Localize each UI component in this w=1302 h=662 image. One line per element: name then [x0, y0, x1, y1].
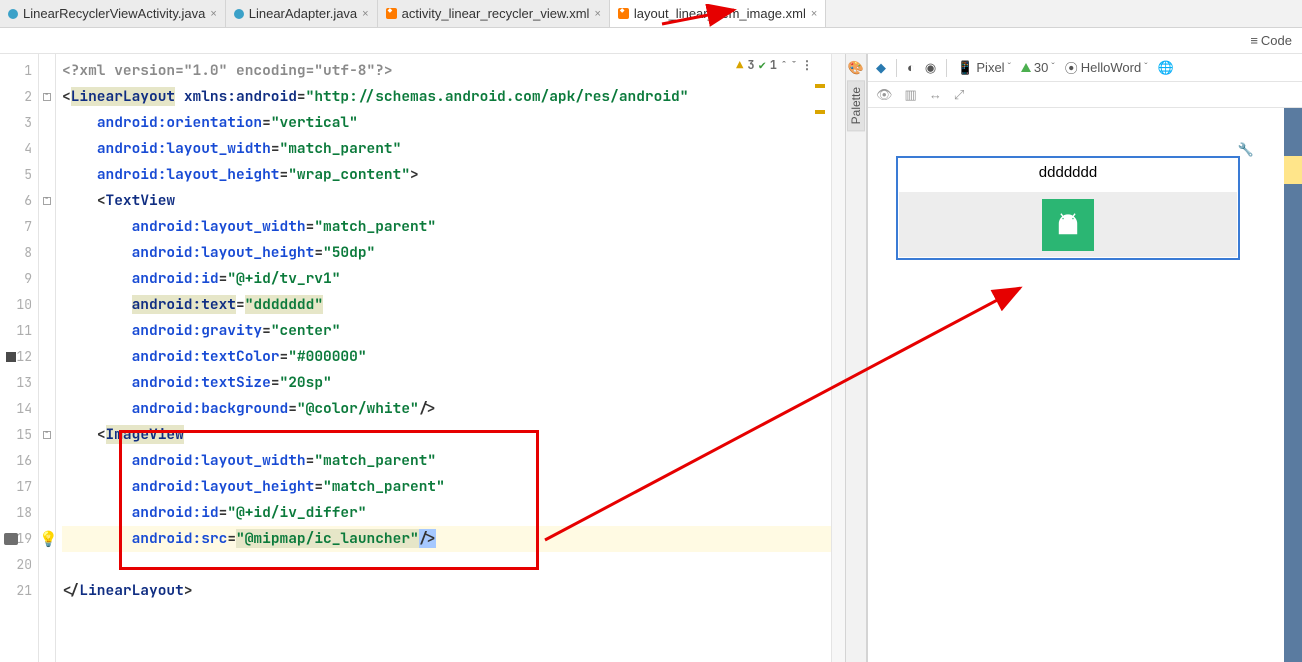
ic-launcher-icon — [1042, 199, 1094, 251]
preview-canvas[interactable]: 🔧 ddddddd — [868, 108, 1302, 662]
preview-minimap[interactable] — [1284, 108, 1302, 662]
eye-icon[interactable]: 👁 — [876, 87, 893, 103]
tab-label: LinearAdapter.java — [249, 6, 357, 21]
warning-marker-icon — [815, 110, 825, 114]
android-icon — [1021, 63, 1031, 72]
layout-preview-panel: ◆ ◐ ◉ 📱 Pixel ˇ 30 ˇ ⦿ HelloWord ˇ 🌐 👁 ▥… — [867, 54, 1302, 662]
expand-icon[interactable]: ⤢ — [954, 87, 964, 103]
palette-icon: 🎨 — [848, 60, 864, 76]
tab-linear-adapter[interactable]: LinearAdapter.java × — [226, 0, 378, 27]
tab-activity-linear-recycler-xml[interactable]: activity_linear_recycler_view.xml × — [378, 0, 610, 27]
code-mode-label[interactable]: Code — [1261, 33, 1292, 48]
java-class-icon — [234, 9, 244, 19]
design-surface-icon[interactable]: ◆ — [876, 60, 886, 76]
editor-tabs: LinearRecyclerViewActivity.java × Linear… — [0, 0, 1302, 28]
preview-device-frame[interactable]: ddddddd — [896, 156, 1240, 260]
palette-sidebar[interactable]: 🎨 Palette — [845, 54, 867, 662]
night-mode-icon[interactable]: ◉ — [925, 60, 936, 76]
locale-icon[interactable]: 🌐 — [1158, 60, 1174, 76]
device-dropdown[interactable]: 📱 Pixel ˇ — [957, 60, 1011, 76]
fold-toggle-icon[interactable] — [43, 431, 51, 439]
close-icon[interactable]: × — [811, 8, 817, 20]
menu-lines-icon[interactable]: ≡ — [1250, 33, 1256, 48]
palette-label: Palette — [847, 80, 865, 131]
api-dropdown[interactable]: 30 ˇ — [1021, 60, 1055, 75]
fold-gutter: 💡 — [38, 54, 56, 662]
tab-label: LinearRecyclerViewActivity.java — [23, 6, 205, 21]
inspection-summary[interactable]: ▲3 ✔1 ˆˇ⋮ — [736, 57, 813, 73]
xml-layout-icon — [386, 8, 397, 19]
editor-mode-bar: ≡ Code — [0, 28, 1302, 54]
theme-dropdown[interactable]: ⦿ HelloWord ˇ — [1065, 58, 1148, 77]
intention-bulb-icon[interactable]: 💡 — [39, 530, 58, 548]
resize-icon[interactable]: ↔ — [929, 87, 942, 102]
wrench-icon[interactable]: 🔧 — [1238, 142, 1254, 158]
tab-linear-recycler-activity[interactable]: LinearRecyclerViewActivity.java × — [0, 0, 226, 27]
layout-columns-icon[interactable]: ▥ — [905, 87, 917, 103]
fold-toggle-icon[interactable] — [43, 197, 51, 205]
close-icon[interactable]: × — [210, 8, 216, 20]
tab-label: layout_linear_item_image.xml — [634, 6, 806, 21]
code-editor[interactable]: ▲3 ✔1 ˆˇ⋮ <?xml version="1.0" encoding="… — [56, 54, 831, 662]
xml-layout-icon — [618, 8, 629, 19]
image-swatch-icon — [4, 533, 18, 545]
preview-imageview — [899, 192, 1237, 257]
close-icon[interactable]: × — [594, 8, 600, 20]
preview-textview: ddddddd — [898, 158, 1238, 181]
java-class-icon — [8, 9, 18, 19]
warning-marker-icon — [815, 84, 825, 88]
color-swatch-icon — [6, 352, 16, 362]
close-icon[interactable]: × — [362, 8, 368, 20]
preview-toolbar: ◆ ◐ ◉ 📱 Pixel ˇ 30 ˇ ⦿ HelloWord ˇ 🌐 — [868, 54, 1302, 82]
tab-layout-linear-item-image-xml[interactable]: layout_linear_item_image.xml × — [610, 0, 826, 27]
line-number-gutter: 123 456 789 1011 12 131415 161718 19 202… — [0, 54, 38, 662]
tab-label: activity_linear_recycler_view.xml — [402, 6, 590, 21]
fold-toggle-icon[interactable] — [43, 93, 51, 101]
orientation-icon[interactable]: ◐ — [907, 60, 915, 75]
preview-toolbar-2: 👁 ▥ ↔ ⤢ — [868, 82, 1302, 108]
error-stripe[interactable] — [831, 54, 845, 662]
